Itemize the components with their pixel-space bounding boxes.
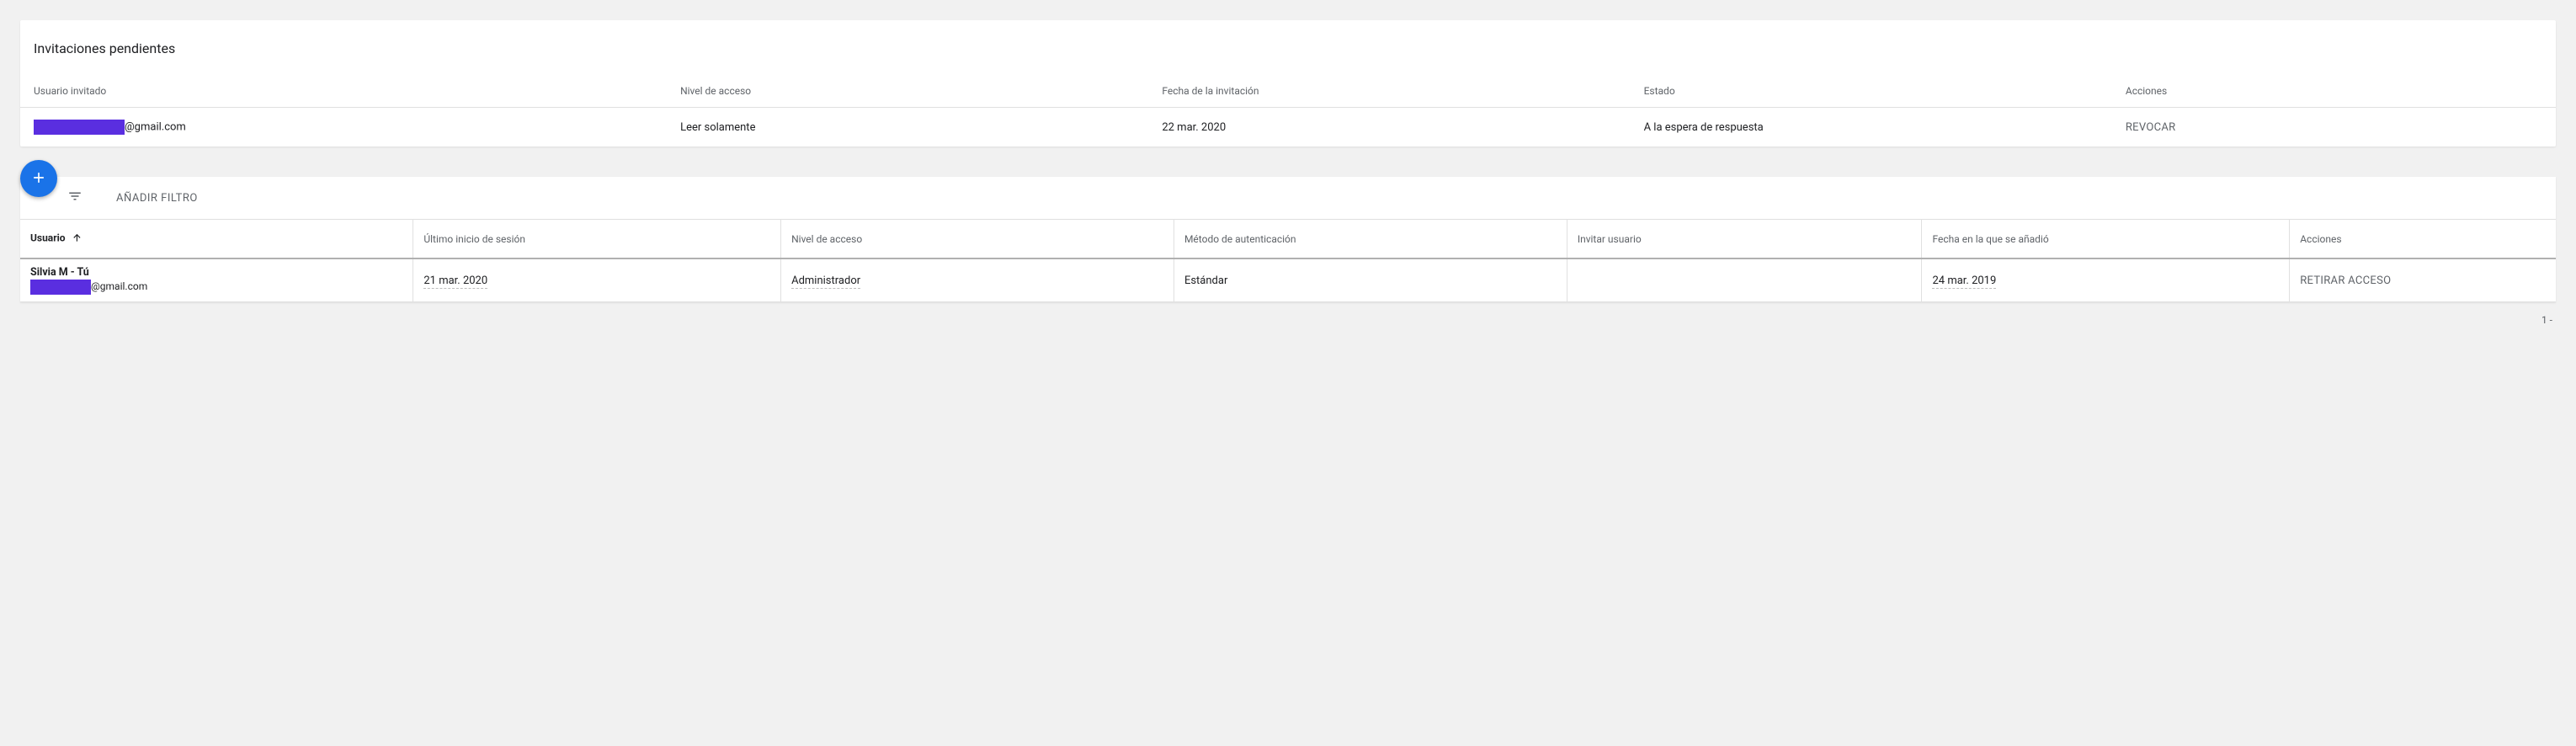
access-level-value: Administrador	[791, 274, 860, 289]
cell-last-login: 21 mar. 2020	[413, 258, 781, 302]
cell-user: Silvia M - Tú @gmail.com	[20, 258, 413, 302]
sort-asc-icon	[72, 232, 83, 246]
col-header-actions: Acciones	[2290, 220, 2556, 259]
col-header-user[interactable]: Usuario	[20, 220, 413, 259]
cell-actions: REVOCAR	[2112, 108, 2556, 147]
date-added-value: 24 mar. 2019	[1932, 274, 1996, 289]
cell-invite-date: 22 mar. 2020	[1148, 108, 1630, 147]
cell-auth-method: Estándar	[1174, 258, 1567, 302]
last-login-value: 21 mar. 2020	[423, 274, 487, 289]
revoke-button[interactable]: REVOCAR	[2126, 121, 2176, 134]
filter-icon	[67, 189, 116, 207]
col-header-access-level[interactable]: Nivel de acceso	[781, 220, 1174, 259]
col-header-actions: Acciones	[2112, 61, 2556, 108]
col-header-invited-user: Usuario invitado	[20, 61, 667, 108]
pending-invites-card: Invitaciones pendientes Usuario invitado…	[20, 20, 2556, 147]
email-domain: @gmail.com	[125, 121, 186, 134]
col-header-last-login[interactable]: Último inicio de sesión	[413, 220, 781, 259]
table-row: Silvia M - Tú @gmail.com 21 mar. 2020 Ad…	[20, 258, 2556, 302]
table-header-row: Usuario Último inicio de sesión Nivel de…	[20, 220, 2556, 259]
col-header-invite-user[interactable]: Invitar usuario	[1567, 220, 1922, 259]
col-header-auth-method[interactable]: Método de autenticación	[1174, 220, 1567, 259]
cell-actions: RETIRAR ACCESO	[2290, 258, 2556, 302]
plus-icon	[30, 169, 47, 189]
remove-access-button[interactable]: RETIRAR ACCESO	[2300, 274, 2391, 287]
cell-status: A la espera de respuesta	[1631, 108, 2112, 147]
cell-date-added: 24 mar. 2019	[1922, 258, 2290, 302]
cell-invite-user	[1567, 258, 1922, 302]
pagination-info: 1 -	[20, 302, 2556, 328]
add-filter-button[interactable]: AÑADIR FILTRO	[116, 192, 198, 205]
col-header-invite-date: Fecha de la invitación	[1148, 61, 1630, 108]
pending-invites-title: Invitaciones pendientes	[20, 20, 2556, 61]
col-header-date-added[interactable]: Fecha en la que se añadió	[1922, 220, 2290, 259]
table-row: @gmail.com Leer solamente 22 mar. 2020 A…	[20, 108, 2556, 147]
cell-access-level: Administrador	[781, 258, 1174, 302]
redacted-email-local	[34, 120, 125, 135]
pending-invites-table: Usuario invitado Nivel de acceso Fecha d…	[20, 61, 2556, 147]
add-user-fab[interactable]	[20, 160, 57, 197]
table-header-row: Usuario invitado Nivel de acceso Fecha d…	[20, 61, 2556, 108]
redacted-email-local	[30, 280, 91, 295]
col-header-access-level: Nivel de acceso	[667, 61, 1148, 108]
filter-bar: AÑADIR FILTRO	[20, 177, 2556, 219]
cell-invited-user: @gmail.com	[20, 108, 667, 147]
users-section: AÑADIR FILTRO Usuario Último inicio de s…	[20, 177, 2556, 328]
user-display-name: Silvia M - Tú	[30, 266, 402, 279]
col-header-user-label: Usuario	[30, 232, 66, 244]
cell-access-level: Leer solamente	[667, 108, 1148, 147]
email-domain: @gmail.com	[91, 280, 147, 292]
user-email: @gmail.com	[30, 280, 402, 295]
col-header-status: Estado	[1631, 61, 2112, 108]
users-table: Usuario Último inicio de sesión Nivel de…	[20, 219, 2556, 302]
